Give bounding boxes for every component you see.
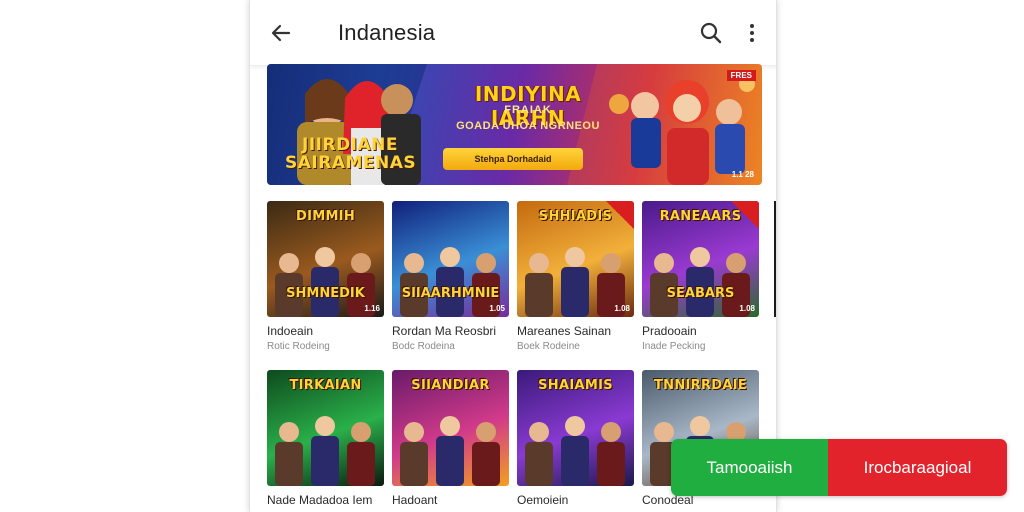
game-name: Nade Madadoa Iem xyxy=(267,493,373,507)
game-tile[interactable]: DIMMIH SHMNEDIK 1.16 Indoeain Rotic Rodeing xyxy=(267,201,384,352)
secondary-action-button[interactable]: Irocbaraagioal xyxy=(828,439,1007,496)
character-head xyxy=(690,416,710,436)
character-body xyxy=(597,442,625,486)
thumbnail-title: DIMMIH xyxy=(295,209,356,224)
character-head xyxy=(279,253,299,273)
thumbnail-badge: 1.05 xyxy=(489,304,505,313)
character-body xyxy=(275,442,303,486)
character-head xyxy=(565,247,585,267)
thumbnail-title: TNNIRRDAIE xyxy=(653,378,748,393)
character-body xyxy=(347,442,375,486)
character-head xyxy=(404,422,424,442)
character-head xyxy=(726,253,746,273)
character-body xyxy=(311,436,339,486)
app-bar: Indanesia xyxy=(250,0,776,66)
game-category: Rotic Rodeing xyxy=(267,341,330,352)
thumbnail-badge: 1.08 xyxy=(614,304,630,313)
phone-screen: Indanesia INDIYINA IARHN FRAIAK GOADA UH… xyxy=(249,0,777,512)
game-name: Mareanes Sainan xyxy=(517,324,612,338)
character-head xyxy=(529,253,549,273)
primary-action-button[interactable]: Tamooaiish xyxy=(671,439,828,496)
game-tile[interactable]: SIIAARHMNIE 1.05 Rordan Ma Reosbri Bodc Rod… xyxy=(392,201,509,352)
character-head xyxy=(690,247,710,267)
character-head xyxy=(476,253,496,273)
character-body xyxy=(525,442,553,486)
thumbnail-logo: SEABARS xyxy=(666,286,735,301)
game-tile[interactable]: SIIANDIAR Hadoant xyxy=(392,370,509,507)
banner-cta-button[interactable]: Stehpa Dorhadaid xyxy=(443,148,583,170)
banner-corner-number: 1.1 28 xyxy=(731,170,754,179)
more-vert-icon[interactable] xyxy=(739,20,765,46)
game-category: Inade Pecking xyxy=(642,341,706,352)
thumbnail-badge: 1.16 xyxy=(364,304,380,313)
character-body xyxy=(561,436,589,486)
character-head xyxy=(404,253,424,273)
game-thumbnail: SHAIAMIS xyxy=(517,370,634,486)
character-body xyxy=(561,267,589,317)
banner-corner-badge: FRES xyxy=(726,70,756,81)
thumbnail-title: SIIANDIAR xyxy=(411,378,490,393)
thumbnail-title: TIRKAIAN xyxy=(289,378,362,393)
banner-subline-1: FRAIAK xyxy=(504,104,552,116)
game-thumbnail: SIIANDIAR xyxy=(392,370,509,486)
character-head xyxy=(565,416,585,436)
game-thumbnail: SHHIADIS 1.08 xyxy=(517,201,634,317)
game-tile[interactable]: SHHIADIS 1.08 Mareanes Sainan Boek Rodeine xyxy=(517,201,634,352)
character-head xyxy=(351,253,371,273)
game-tile[interactable]: TIRKAIAN Nade Madadoa Iem xyxy=(267,370,384,507)
character-head xyxy=(654,253,674,273)
game-name: Indoeain xyxy=(267,324,314,338)
character-head xyxy=(440,416,460,436)
banner-subline-2: GOADA UHOA NGRNEOU xyxy=(456,120,600,132)
page-title: Indanesia xyxy=(338,20,436,45)
game-thumbnail: SIIAARHMNIE 1.05 xyxy=(392,201,509,317)
featured-banner[interactable]: INDIYINA IARHN FRAIAK GOADA UHOA NGRNEOU… xyxy=(267,64,762,185)
game-category: Boek Rodeine xyxy=(517,341,580,352)
thumbnail-logo: SIIAARHMNIE xyxy=(401,286,500,301)
partial-tile-edge xyxy=(774,201,776,317)
character-body xyxy=(525,273,553,317)
character-body xyxy=(436,436,464,486)
character-head xyxy=(529,422,549,442)
banner-logo-text: JIIRDIANE SAIRAMENAS xyxy=(285,135,417,173)
character-head xyxy=(476,422,496,442)
thumbnail-badge: 1.08 xyxy=(739,304,755,313)
game-thumbnail: DIMMIH SHMNEDIK 1.16 xyxy=(267,201,384,317)
action-button-group: Tamooaiish Irocbaraagioal xyxy=(671,439,1007,496)
thumbnail-title: SHAIAMIS xyxy=(538,378,613,393)
game-thumbnail: RANEAARS SEABARS 1.08 xyxy=(642,201,759,317)
game-name: Hadoant xyxy=(392,493,438,507)
game-name: Oemoiein xyxy=(517,493,569,507)
character-body xyxy=(400,442,428,486)
character-head xyxy=(351,422,371,442)
character-head xyxy=(315,247,335,267)
corner-ribbon xyxy=(606,201,634,229)
game-name: Rordan Ma Reosbri xyxy=(392,324,497,338)
character-head xyxy=(440,247,460,267)
corner-ribbon xyxy=(731,201,759,229)
character-head xyxy=(315,416,335,436)
game-tile[interactable]: SHAIAMIS Oemoiein xyxy=(517,370,634,507)
thumbnail-logo: SHMNEDIK xyxy=(286,286,365,301)
arrow-back-icon[interactable] xyxy=(268,20,294,46)
game-tile[interactable]: RANEAARS SEABARS 1.08 Pradooain Inade Peckin… xyxy=(642,201,759,352)
game-name: Pradooain xyxy=(642,324,697,338)
game-category: Bodc Rodeina xyxy=(392,341,455,352)
game-thumbnail: TIRKAIAN xyxy=(267,370,384,486)
character-body xyxy=(472,442,500,486)
character-head xyxy=(279,422,299,442)
character-head xyxy=(601,422,621,442)
search-icon[interactable] xyxy=(698,20,724,46)
character-head xyxy=(601,253,621,273)
